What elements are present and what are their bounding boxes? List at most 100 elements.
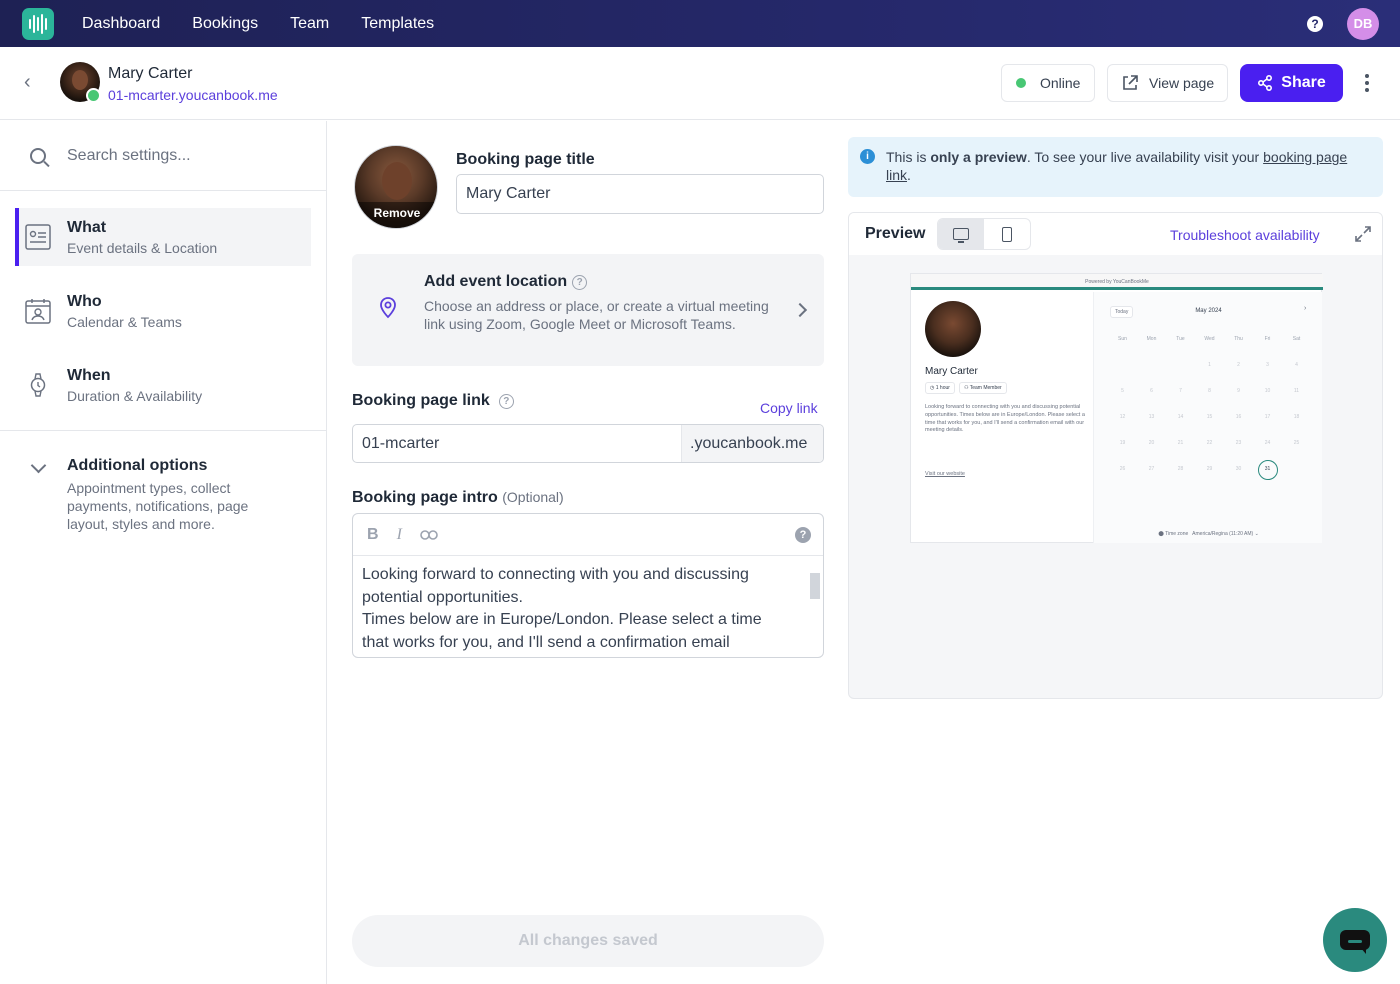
preview-notice: i This is only a preview. To see your li…	[848, 137, 1383, 197]
editor-scrollbar[interactable]	[810, 570, 820, 610]
view-page-button[interactable]: View page	[1107, 64, 1228, 102]
nav-link-bookings[interactable]: Bookings	[192, 15, 258, 33]
booking-link-input[interactable]: 01-mcarter	[353, 425, 681, 462]
mini-day: 11	[1293, 388, 1300, 394]
chat-bubble-icon	[1340, 930, 1370, 954]
preview-title: Preview	[865, 225, 926, 242]
mini-day: 25	[1293, 440, 1300, 446]
more-options-icon[interactable]	[1362, 72, 1372, 94]
booking-intro-textarea[interactable]: Looking forward to connecting with you a…	[353, 556, 823, 654]
mini-week-row: 19 20 21 22 23 24 25	[1108, 438, 1312, 464]
mini-week-row: 1 2 3 4	[1108, 360, 1312, 386]
mini-dow: Thu	[1234, 336, 1243, 342]
bold-button[interactable]: B	[367, 526, 379, 544]
troubleshoot-availability-link[interactable]: Troubleshoot availability	[1170, 227, 1320, 243]
mini-dow: Wed	[1204, 336, 1215, 342]
search-icon	[30, 147, 46, 164]
id-card-icon	[25, 224, 51, 250]
mini-day: 12	[1119, 414, 1126, 420]
mini-dow-row: Sun Mon Tue Wed Thu Fri Sat	[1108, 334, 1312, 360]
chat-support-button[interactable]	[1323, 908, 1387, 972]
nav-link-team[interactable]: Team	[290, 15, 329, 33]
remove-photo-button[interactable]: Remove	[355, 202, 437, 228]
copy-link-button[interactable]: Copy link	[760, 400, 818, 416]
team-member-tag: ⚇ Team Member	[958, 382, 1007, 394]
nav-link-dashboard[interactable]: Dashboard	[82, 15, 160, 33]
mini-day: 28	[1177, 466, 1184, 472]
profile-url-link[interactable]: 01-mcarter.youcanbook.me	[108, 87, 278, 103]
mini-day: 29	[1206, 466, 1213, 472]
mini-dow: Sat	[1292, 336, 1301, 342]
sidebar-item-when[interactable]: When Duration & Availability	[15, 356, 311, 414]
desktop-view-button[interactable]	[938, 219, 984, 249]
share-button[interactable]: Share	[1240, 64, 1343, 102]
mini-day: 6	[1150, 388, 1153, 394]
mini-day: 19	[1119, 440, 1126, 446]
mini-day: 20	[1148, 440, 1155, 446]
help-icon[interactable]: ?	[1307, 15, 1323, 32]
link-icon[interactable]	[420, 529, 438, 541]
mini-day: 27	[1148, 466, 1155, 472]
mini-week-row: 26 27 28 29 30 31	[1108, 460, 1312, 490]
search-settings-input[interactable]	[67, 146, 297, 165]
nav-link-templates[interactable]: Templates	[361, 15, 434, 33]
mini-day: 5	[1121, 388, 1124, 394]
nav-right: ? DB	[1307, 0, 1400, 47]
share-icon	[1258, 75, 1273, 91]
mini-dow: Tue	[1176, 336, 1185, 342]
additional-options-toggle[interactable]: Additional options Appointment types, co…	[30, 457, 277, 533]
sidebar-item-subtitle: Calendar & Teams	[67, 313, 182, 330]
mini-day: 26	[1119, 466, 1126, 472]
booking-title-label: Booking page title	[456, 151, 595, 168]
watch-icon	[30, 373, 46, 397]
app-logo-icon[interactable]	[22, 7, 54, 40]
booking-link-help-icon[interactable]: ?	[498, 393, 514, 409]
chevron-right-icon	[792, 302, 808, 318]
mini-day: 9	[1237, 388, 1240, 394]
device-toggle	[937, 218, 1031, 250]
profile-photo[interactable]: Remove	[354, 145, 438, 229]
sidebar-divider	[0, 430, 327, 431]
page-header: ‹ Mary Carter 01-mcarter.youcanbook.me O…	[0, 47, 1400, 120]
mini-tags: ◷ 1 hour ⚇ Team Member	[925, 382, 1007, 394]
view-page-label: View page	[1149, 75, 1215, 91]
booking-intro-editor: B I ? Looking forward to connecting with…	[352, 513, 824, 658]
duration-tag: ◷ 1 hour	[925, 382, 955, 394]
external-link-icon	[1123, 75, 1138, 90]
mini-week-row: 12 13 14 15 16 17 18	[1108, 412, 1312, 438]
mini-avatar	[925, 301, 981, 357]
settings-sidebar: What Event details & Location Who Calend…	[0, 121, 327, 984]
mini-day: 30	[1235, 466, 1242, 472]
sidebar-item-who[interactable]: Who Calendar & Teams	[15, 282, 311, 340]
preview-header: Preview Troubleshoot availability	[849, 213, 1382, 255]
all-changes-saved-button: All changes saved	[352, 915, 824, 967]
online-status-button[interactable]: Online	[1001, 64, 1095, 102]
editor-help-icon[interactable]: ?	[795, 527, 811, 543]
mobile-view-button[interactable]	[984, 219, 1030, 249]
online-dot-icon	[1016, 78, 1026, 88]
preview-panel: Preview Troubleshoot availability Powere…	[848, 212, 1383, 699]
mini-dow: Sun	[1118, 336, 1127, 342]
expand-icon[interactable]	[1354, 225, 1372, 243]
mini-day: 21	[1177, 440, 1184, 446]
mini-day	[1166, 360, 1195, 386]
mini-day: 14	[1177, 414, 1184, 420]
mini-day	[1108, 360, 1137, 386]
user-avatar[interactable]: DB	[1347, 7, 1379, 40]
booking-title-input[interactable]: Mary Carter	[456, 174, 824, 214]
mini-day: 31	[1253, 460, 1282, 490]
sidebar-item-what[interactable]: What Event details & Location	[15, 208, 311, 266]
location-title: Add event location ?	[424, 273, 588, 291]
info-icon: i	[860, 149, 875, 164]
location-description: Choose an address or place, or create a …	[424, 298, 769, 332]
mini-calendar-grid: Sun Mon Tue Wed Thu Fri Sat 1 2 3 4 5 6 7 8 9 10 11 12 13 14…	[1108, 334, 1312, 490]
sidebar-item-title: Who	[67, 292, 102, 310]
add-event-location-card[interactable]: Add event location ? Choose an address o…	[352, 254, 824, 366]
italic-button[interactable]: I	[397, 526, 402, 544]
location-help-icon[interactable]: ?	[572, 274, 588, 290]
search-row	[0, 121, 326, 191]
additional-options-title: Additional options	[67, 457, 208, 474]
back-chevron-icon[interactable]: ‹	[24, 72, 44, 93]
nav-links: Dashboard Bookings Team Templates	[82, 15, 434, 33]
optional-tag: (Optional)	[502, 489, 564, 505]
